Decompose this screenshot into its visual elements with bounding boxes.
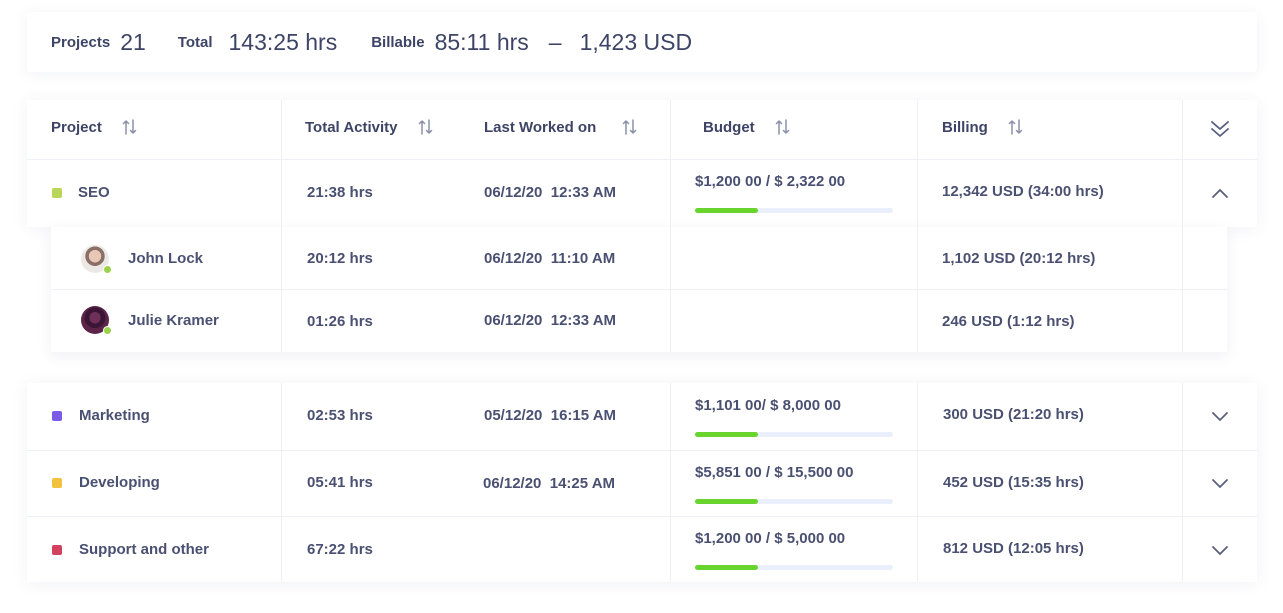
- member-last-worked: 06/12/20 12:33 AM: [484, 312, 616, 329]
- last-worked-time: 12:33 AM: [550, 312, 617, 329]
- project-budget: $1,200 00 / $ 5,000 00: [695, 530, 846, 547]
- member-billing: 246 USD (1:12 hrs): [942, 313, 1075, 330]
- project-budget: $5,851 00 / $ 15,500 00: [695, 464, 854, 481]
- project-name[interactable]: Developing: [79, 474, 160, 491]
- row-divider: [51, 289, 1227, 290]
- budget-progress-bar: [695, 208, 893, 213]
- summary-bar: Projects 21 Total 143:25 hrs Billable 85…: [27, 12, 1257, 72]
- member-name[interactable]: Julie Kramer: [128, 312, 219, 329]
- total-hours: 143:25 hrs: [228, 28, 338, 55]
- member-billing: 1,102 USD (20:12 hrs): [942, 250, 1096, 267]
- member-activity: 01:26 hrs: [307, 313, 373, 330]
- header-total-activity[interactable]: Total Activity: [305, 118, 434, 136]
- member-activity: 20:12 hrs: [307, 250, 373, 267]
- project-last-worked: 06/12/20 14:25 AM: [483, 475, 615, 492]
- column-divider: [1182, 100, 1183, 352]
- budget-progress-fill: [695, 565, 759, 570]
- projects-label: Projects: [51, 33, 111, 51]
- column-divider: [1182, 383, 1183, 582]
- project-billing: 812 USD (12:05 hrs): [943, 540, 1084, 557]
- online-status-indicator: [103, 326, 112, 335]
- column-divider: [917, 100, 918, 352]
- member-last-worked: 06/12/20 11:10 AM: [484, 250, 615, 267]
- sort-arrows-icon[interactable]: [1008, 118, 1024, 136]
- project-budget: $1,101 00/ $ 8,000 00: [695, 397, 841, 414]
- budget-progress-fill: [695, 432, 759, 437]
- last-worked-date: 06/12/20: [484, 184, 543, 201]
- column-divider: [670, 100, 671, 352]
- project-activity: 67:22 hrs: [307, 541, 373, 558]
- header-last-worked[interactable]: Last Worked on: [484, 118, 638, 136]
- total-label: Total: [177, 33, 213, 51]
- header-budget[interactable]: Budget: [703, 118, 791, 136]
- budget-progress-bar: [695, 432, 893, 437]
- last-worked-time: 11:10 AM: [550, 250, 616, 267]
- avatar[interactable]: [81, 306, 112, 335]
- header-billing-label: Billing: [942, 118, 988, 136]
- summary-separator: –: [548, 28, 562, 55]
- project-activity: 21:38 hrs: [307, 184, 373, 201]
- sort-arrows-icon[interactable]: [418, 118, 434, 136]
- project-name[interactable]: Support and other: [79, 541, 209, 558]
- chevron-down-icon[interactable]: [1210, 476, 1230, 490]
- budget-progress-fill: [695, 208, 759, 213]
- last-worked-time: 16:15 AM: [550, 407, 617, 424]
- project-color-dot: [52, 188, 62, 198]
- header-project[interactable]: Project: [51, 118, 138, 136]
- header-last-worked-label: Last Worked on: [484, 118, 597, 136]
- row-divider: [27, 516, 1257, 517]
- sort-arrows-icon[interactable]: [122, 118, 138, 136]
- budget-progress-bar: [695, 565, 893, 570]
- project-budget: $1,200 00 / $ 2,322 00: [695, 173, 846, 190]
- projects-count: 21: [120, 28, 146, 55]
- row-divider: [27, 159, 1257, 160]
- chevron-down-icon[interactable]: [1210, 543, 1230, 557]
- project-color-dot: [52, 411, 62, 421]
- budget-progress-bar: [695, 499, 893, 504]
- budget-progress-fill: [695, 499, 759, 504]
- project-billing: 12,342 USD (34:00 hrs): [942, 183, 1104, 200]
- project-billing: 452 USD (15:35 hrs): [943, 474, 1084, 491]
- project-last-worked: 06/12/20 12:33 AM: [484, 184, 616, 201]
- project-activity: 05:41 hrs: [307, 474, 373, 491]
- header-budget-label: Budget: [703, 118, 755, 136]
- header-project-label: Project: [51, 118, 102, 136]
- chevron-up-icon[interactable]: [1210, 186, 1230, 200]
- online-status-indicator: [103, 265, 112, 274]
- last-worked-date: 06/12/20: [483, 475, 542, 492]
- project-name[interactable]: SEO: [78, 184, 110, 201]
- header-billing[interactable]: Billing: [942, 118, 1024, 136]
- last-worked-time: 14:25 AM: [549, 475, 616, 492]
- column-divider: [917, 383, 918, 582]
- last-worked-date: 06/12/20: [484, 312, 543, 329]
- project-activity: 02:53 hrs: [307, 407, 373, 424]
- sort-arrows-icon[interactable]: [775, 118, 791, 136]
- project-billing: 300 USD (21:20 hrs): [943, 406, 1084, 423]
- avatar[interactable]: [81, 245, 112, 274]
- project-name[interactable]: Marketing: [79, 407, 150, 424]
- billable-hours: 85:11 hrs: [434, 28, 529, 55]
- project-last-worked: 05/12/20 16:15 AM: [484, 407, 616, 424]
- member-name[interactable]: John Lock: [128, 250, 203, 267]
- header-total-activity-label: Total Activity: [305, 118, 398, 136]
- billable-amount: 1,423 USD: [579, 28, 693, 55]
- sort-arrows-icon[interactable]: [622, 118, 638, 136]
- project-color-dot: [52, 545, 62, 555]
- double-chevron-down-icon[interactable]: [1210, 119, 1230, 139]
- project-color-dot: [52, 478, 62, 488]
- last-worked-date: 06/12/20: [484, 250, 543, 267]
- last-worked-time: 12:33 AM: [550, 184, 617, 201]
- column-divider: [281, 100, 282, 352]
- row-divider: [27, 450, 1257, 451]
- last-worked-date: 05/12/20: [484, 407, 543, 424]
- chevron-down-icon[interactable]: [1210, 409, 1230, 423]
- column-divider: [281, 383, 282, 582]
- column-divider: [670, 383, 671, 582]
- table-card-top: [27, 100, 1257, 227]
- billable-label: Billable: [371, 33, 425, 51]
